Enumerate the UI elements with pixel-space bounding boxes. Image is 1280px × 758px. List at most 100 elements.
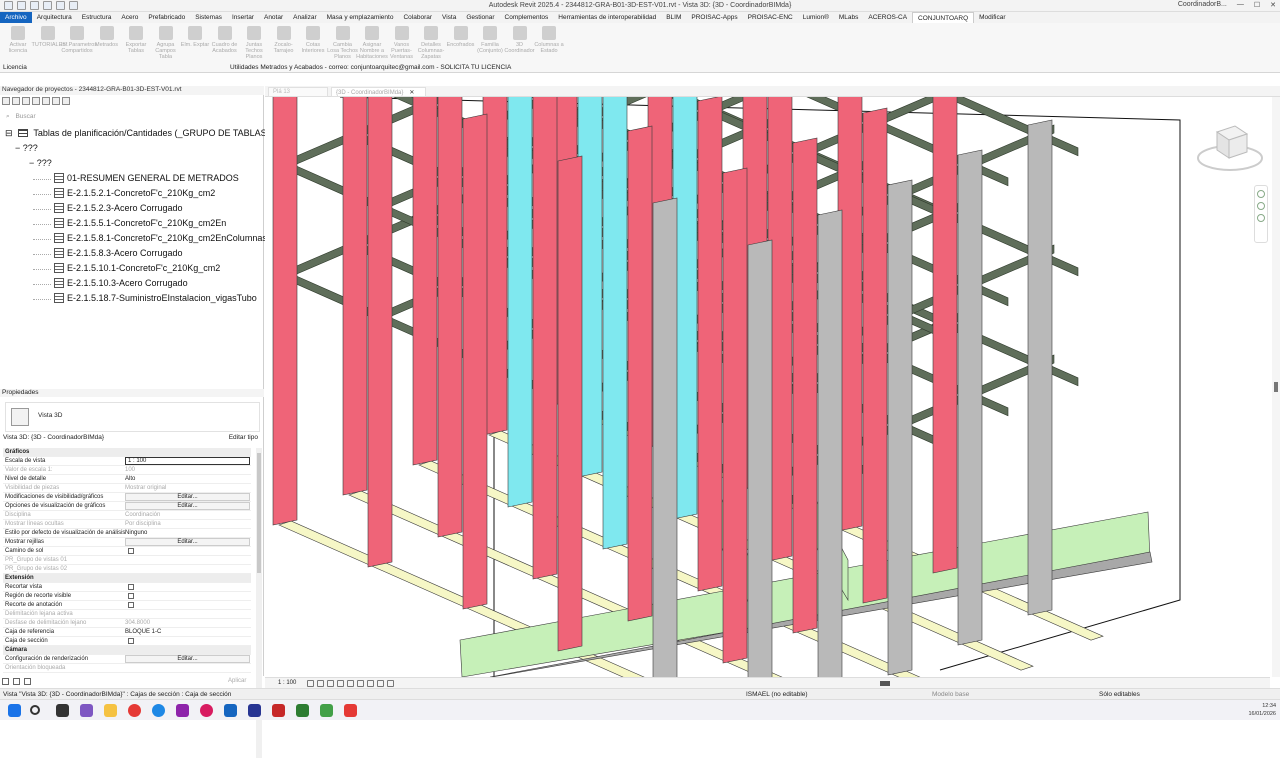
apply-button[interactable]: Aplicar (228, 678, 246, 684)
render-icon[interactable] (347, 680, 354, 687)
column[interactable] (272, 97, 298, 526)
column[interactable] (507, 97, 533, 508)
property-row[interactable]: Modificaciones de visibilidad/gráficos Ed… (3, 493, 251, 502)
project-browser-search[interactable]: ⌕ Buscar (6, 113, 258, 123)
property-checkbox[interactable] (128, 593, 134, 599)
app-icon[interactable] (344, 704, 357, 717)
maximize-icon[interactable]: ☐ (1254, 1, 1260, 9)
excel-icon[interactable] (296, 704, 309, 717)
property-checkbox[interactable] (128, 584, 134, 590)
families-icon[interactable] (42, 97, 50, 105)
column[interactable] (957, 149, 983, 646)
property-row[interactable]: Caja de referencia BLOQUE 1-C (3, 628, 251, 637)
lock-3d-icon[interactable] (367, 680, 374, 687)
type-selector[interactable]: Vista 3D (5, 402, 260, 432)
schedule-item[interactable]: E-2.1.5.18.7-SuministroEInstalacion_viga… (54, 293, 257, 303)
property-row[interactable]: Caja de sección (3, 637, 251, 646)
tree-group[interactable]: − ??? (15, 143, 38, 153)
viewport-scrollbar[interactable] (1272, 97, 1280, 677)
column[interactable] (722, 167, 748, 664)
column[interactable] (817, 209, 843, 677)
ribbon-button[interactable]: Asignar Nombre a Habitaciones (356, 26, 388, 60)
ribbon-tab[interactable]: Estructura (77, 12, 117, 23)
ribbon-button[interactable]: Cotas Interiores (297, 26, 329, 54)
detail-level-icon[interactable] (307, 680, 314, 687)
home-icon[interactable] (2, 97, 10, 105)
system-clock[interactable]: 12:34 16/01/2026 (1248, 702, 1276, 718)
chrome-icon[interactable] (200, 704, 213, 717)
schedule-icon[interactable] (32, 97, 40, 105)
ribbon-tab[interactable]: PROISAC-Apps (686, 12, 742, 23)
ribbon-tab[interactable]: Modificar (974, 12, 1010, 23)
sheets-icon[interactable] (22, 97, 30, 105)
column[interactable] (1027, 119, 1053, 616)
ribbon-tab[interactable]: Masa y emplazamiento (322, 12, 399, 23)
ribbon-tab[interactable]: Complementos (500, 12, 554, 23)
revit-icon[interactable] (248, 704, 261, 717)
zoom-icon[interactable] (1257, 202, 1265, 210)
ribbon-tab[interactable]: CONJUNTOARQ (912, 12, 975, 23)
visual-studio-icon[interactable] (176, 704, 189, 717)
worksets-icon[interactable] (13, 678, 20, 685)
property-checkbox[interactable] (128, 638, 134, 644)
ribbon-tab[interactable]: MLabs (834, 12, 864, 23)
links-icon[interactable] (62, 97, 70, 105)
ribbon-button[interactable]: 3D Coordinador (504, 26, 536, 54)
property-checkbox[interactable] (128, 548, 134, 554)
column[interactable] (932, 97, 958, 574)
property-checkbox[interactable] (128, 602, 134, 608)
column[interactable] (747, 239, 773, 677)
crop-icon[interactable] (357, 680, 364, 687)
column[interactable] (887, 179, 913, 676)
edge-icon[interactable] (152, 704, 165, 717)
column[interactable] (602, 97, 628, 550)
ribbon-button[interactable]: Familia (Conjunto) (474, 26, 506, 54)
sun-path-icon[interactable] (327, 680, 334, 687)
acrobat-icon[interactable] (272, 704, 285, 717)
visual-style-icon[interactable] (317, 680, 324, 687)
ribbon-button[interactable]: Activar licencia (2, 26, 34, 54)
column[interactable] (462, 113, 488, 610)
tree-root[interactable]: ⊟ Tablas de planificación/Cantidades (_G… (5, 128, 270, 139)
chrome-icon[interactable] (128, 704, 141, 717)
search-icon[interactable] (30, 705, 40, 715)
ribbon-button[interactable]: Elm. Exptar (179, 26, 211, 48)
view-tab[interactable]: Plá 13 (268, 87, 328, 97)
app-icon[interactable] (320, 704, 333, 717)
groups-icon[interactable] (52, 97, 60, 105)
copilot-icon[interactable] (80, 704, 93, 717)
property-row[interactable]: Estilo por defecto de visualización de a… (3, 529, 251, 538)
ribbon-tab[interactable]: Colaborar (398, 12, 437, 23)
windows-start-icon[interactable] (8, 704, 21, 717)
schedule-item[interactable]: E-2.1.5.10.3-Acero Corrugado (54, 278, 188, 288)
property-row[interactable]: Nivel de detalle Alto (3, 475, 251, 484)
ribbon-button[interactable]: Juntas Techos Planos (238, 26, 270, 60)
column[interactable] (367, 97, 393, 568)
user-name[interactable]: CoordinadorB... (1178, 1, 1227, 9)
property-row[interactable]: Escala de vista 1 : 100 (3, 457, 251, 466)
3d-viewport[interactable] (265, 97, 1270, 677)
ribbon-button[interactable]: Exportar Tablas (120, 26, 152, 54)
schedule-item[interactable]: 01-RESUMEN GENERAL DE METRADOS (54, 173, 239, 183)
edit-button[interactable]: Editar... (125, 655, 250, 663)
property-section[interactable]: Cámara (3, 646, 251, 655)
property-row[interactable]: Recorte de anotación (3, 601, 251, 610)
tree-group[interactable]: − ??? (29, 158, 52, 168)
property-row[interactable]: Recortar vista (3, 583, 251, 592)
ribbon-tab[interactable]: BLIM (661, 12, 686, 23)
column[interactable] (437, 97, 463, 538)
active-workset[interactable]: ISMAEL (no editable) (746, 691, 808, 698)
column[interactable] (532, 97, 558, 580)
ribbon-tab[interactable]: Analizar (288, 12, 321, 23)
schedule-item[interactable]: E-2.1.5.2.1-ConcretoF'c_210Kg_cm2 (54, 188, 215, 198)
task-view-icon[interactable] (56, 704, 69, 717)
column[interactable] (342, 97, 368, 496)
ribbon-button[interactable]: Encofrados (445, 26, 477, 48)
design-option[interactable]: Modelo base (932, 691, 969, 698)
property-section[interactable]: Gráficos (3, 448, 251, 457)
column[interactable] (697, 97, 723, 592)
edit-button[interactable]: Editar... (125, 493, 250, 501)
ribbon-button[interactable]: Vanos Puertas-Ventanas (386, 26, 418, 60)
property-row[interactable]: Región de recorte visible (3, 592, 251, 601)
property-row[interactable]: Configuración de renderización Editar... (3, 655, 251, 664)
